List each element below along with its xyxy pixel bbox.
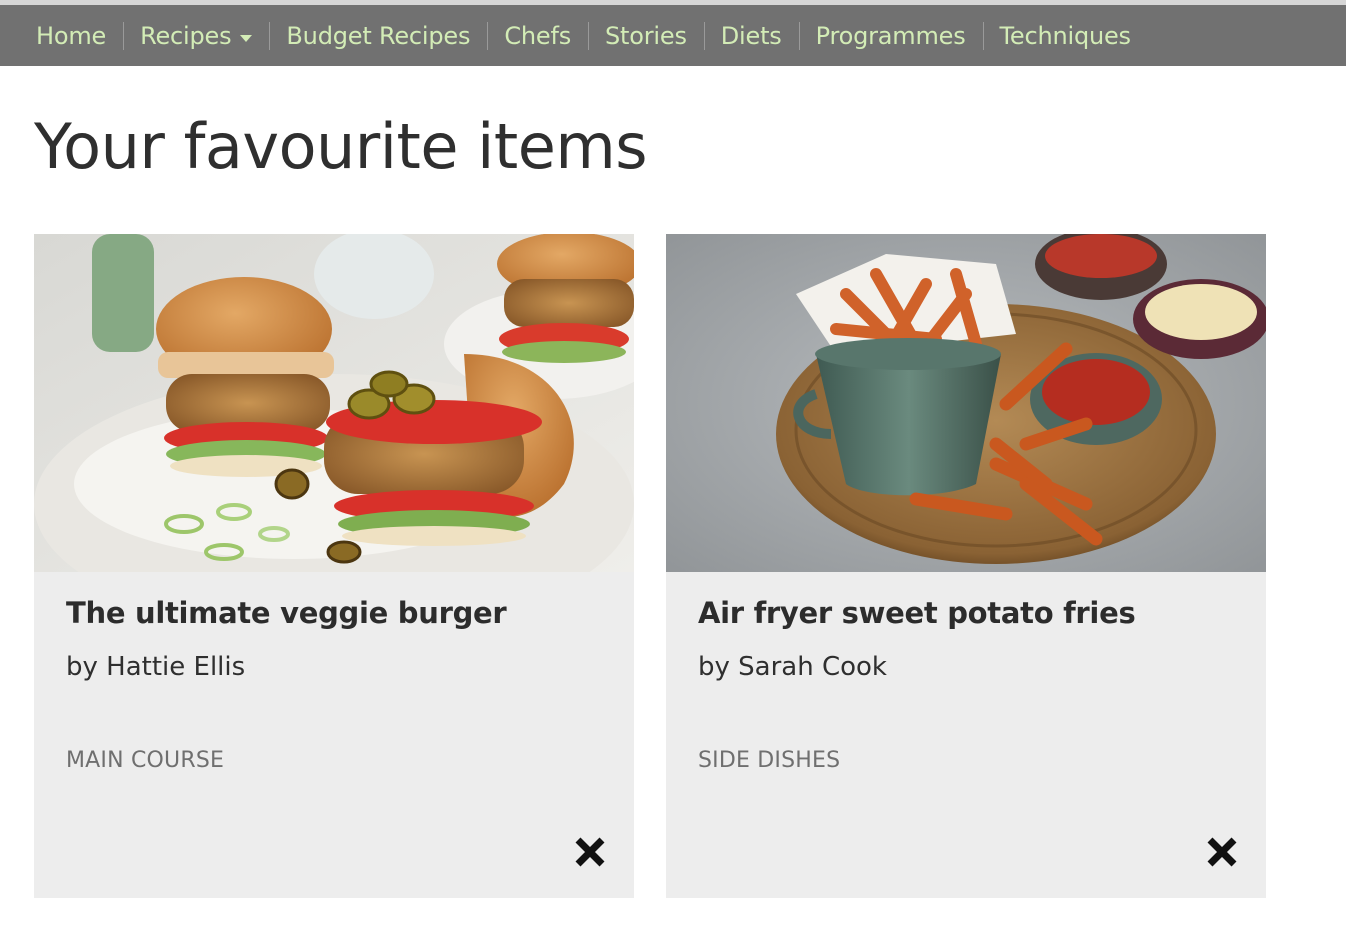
recipe-category: MAIN COURSE — [66, 748, 225, 773]
recipe-title[interactable]: The ultimate veggie burger — [66, 596, 507, 630]
nav-item-budget-recipes[interactable]: Budget Recipes — [269, 21, 487, 51]
main-navigation: Home Recipes Budget Recipes Chefs Storie… — [0, 5, 1346, 66]
recipe-author: by Sarah Cook — [698, 652, 887, 682]
nav-item-label: Diets — [720, 21, 782, 50]
remove-favourite-button[interactable] — [1202, 832, 1242, 872]
nav-item-diets[interactable]: Diets — [703, 21, 799, 51]
nav-item-label: Chefs — [504, 21, 572, 50]
recipe-author: by Hattie Ellis — [66, 652, 246, 682]
nav-item-stories[interactable]: Stories — [588, 21, 704, 51]
close-icon — [575, 837, 605, 867]
nav-item-label: Home — [36, 21, 107, 50]
nav-item-chefs[interactable]: Chefs — [487, 21, 588, 51]
nav-item-home[interactable]: Home — [19, 21, 123, 51]
close-icon — [1207, 837, 1237, 867]
remove-favourite-button[interactable] — [570, 832, 610, 872]
nav-item-label: Stories — [605, 21, 687, 50]
nav-item-label: Budget Recipes — [286, 21, 471, 50]
favourite-card-sweet-potato-fries[interactable]: Air fryer sweet potato fries by Sarah Co… — [666, 234, 1266, 898]
favourite-card-veggie-burger[interactable]: The ultimate veggie burger by Hattie Ell… — [34, 234, 634, 898]
recipe-title[interactable]: Air fryer sweet potato fries — [698, 596, 1136, 630]
nav-item-programmes[interactable]: Programmes — [798, 21, 983, 51]
nav-item-recipes[interactable]: Recipes — [123, 21, 269, 51]
nav-item-label: Recipes — [140, 21, 232, 50]
page-title: Your favourite items — [34, 110, 648, 183]
nav-item-label: Programmes — [815, 21, 966, 50]
recipe-image[interactable] — [34, 234, 634, 572]
nav-item-techniques[interactable]: Techniques — [982, 21, 1148, 51]
nav-item-label: Techniques — [999, 21, 1132, 50]
recipe-image[interactable] — [666, 234, 1266, 572]
chevron-down-icon — [240, 34, 253, 42]
recipe-category: SIDE DISHES — [698, 748, 841, 773]
